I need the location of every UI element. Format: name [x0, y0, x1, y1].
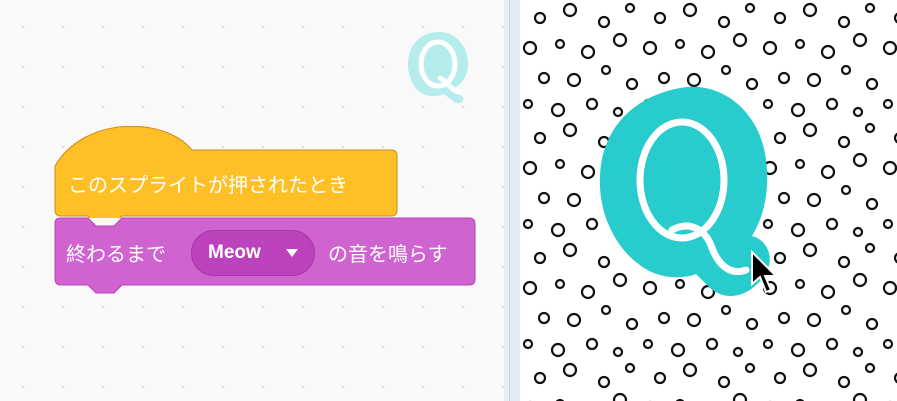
stage-canvas[interactable] — [520, 0, 897, 401]
code-workspace[interactable]: このスプライトが押されたとき 終わるまで Meow の音を鳴らす — [0, 0, 504, 401]
play-block-prefix: 終わるまで — [66, 242, 166, 266]
dropdown-caret-icon — [286, 249, 298, 257]
play-block-suffix: の音を鳴らす — [328, 242, 448, 266]
sound-dropdown-value: Meow — [208, 242, 261, 263]
panel-divider-gutter — [510, 0, 520, 401]
hat-block-label: このスプライトが押されたとき — [68, 173, 348, 197]
mouse-cursor-icon — [751, 249, 779, 294]
sprite-q-icon[interactable] — [404, 26, 474, 106]
sound-dropdown[interactable]: Meow — [191, 230, 315, 276]
